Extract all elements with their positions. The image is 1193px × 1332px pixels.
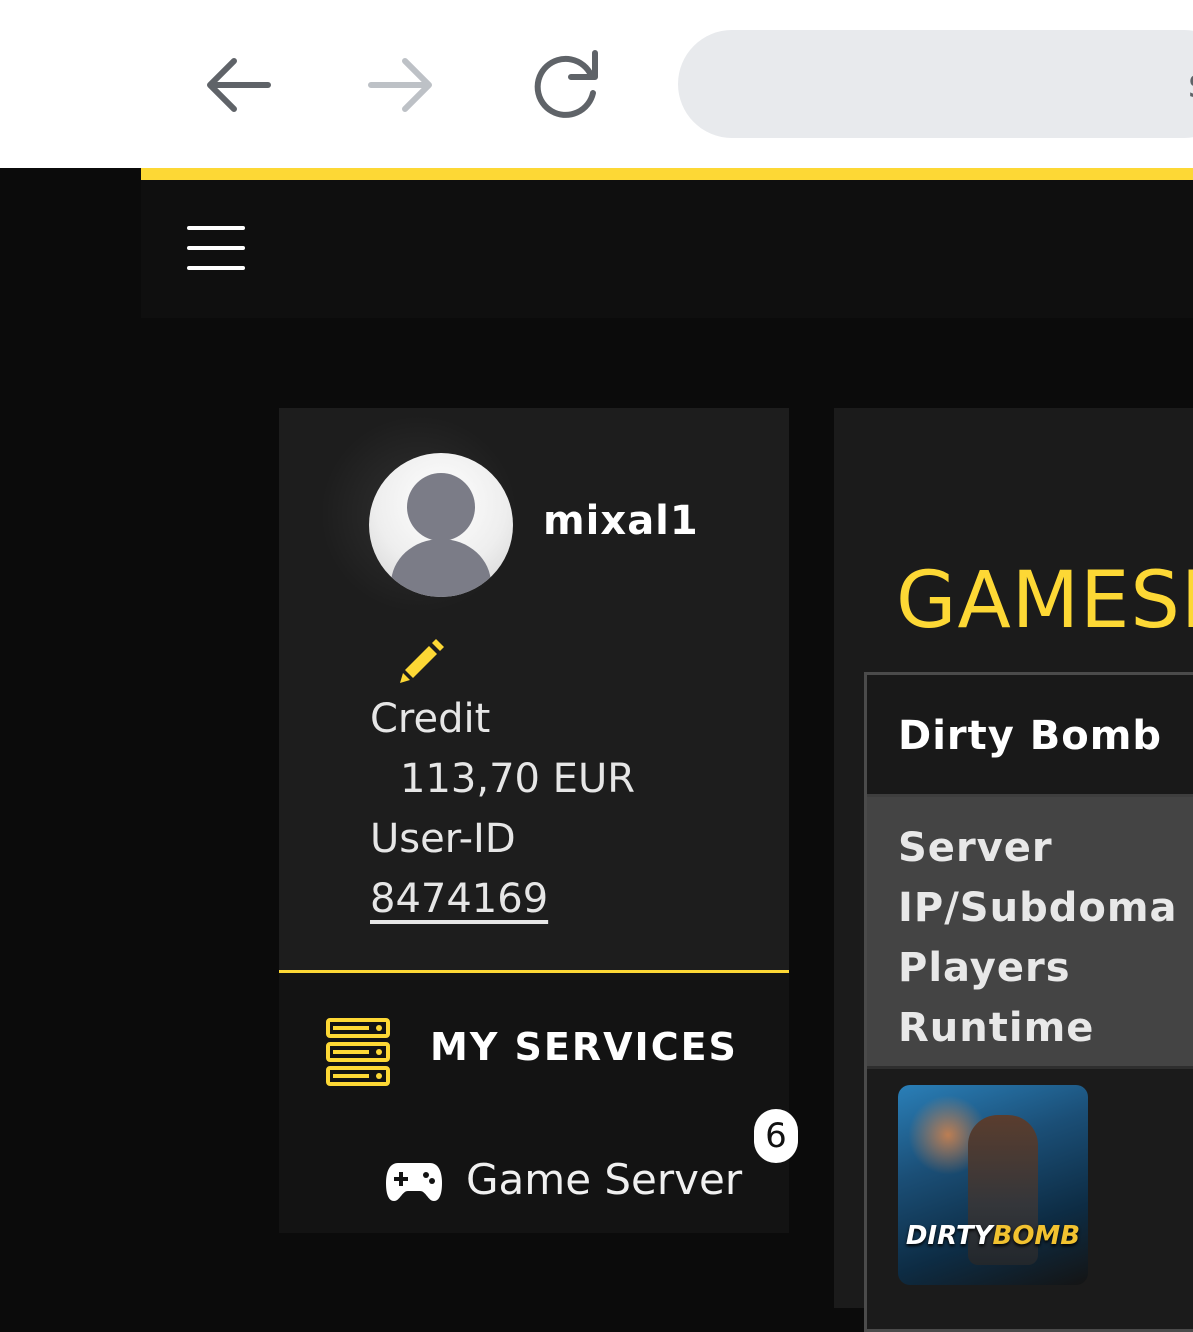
arrow-left-icon <box>207 58 271 112</box>
sidebar-item-label: Game Server <box>466 1155 743 1204</box>
profile-card: mixal1 Credit 113,70 EUR User-ID 8474169 <box>279 408 789 973</box>
server-card-header: Dirty Bomb <box>867 675 1193 797</box>
reload-icon <box>534 50 598 118</box>
reload-button[interactable] <box>522 40 612 130</box>
edit-profile-button[interactable] <box>397 634 447 684</box>
thumbnail-logo: DIRTYBOMB <box>902 1221 1084 1251</box>
hamburger-line <box>187 246 245 250</box>
game-thumbnail[interactable]: DIRTYBOMB <box>898 1085 1088 1285</box>
credit-value: 113,70 EUR <box>400 756 636 802</box>
services-title: MY SERVICES <box>430 1025 738 1069</box>
userid-label: User-ID <box>370 816 516 862</box>
thumbnail-logo-part1: DIRTY <box>905 1221 993 1251</box>
accent-strip <box>141 168 1193 180</box>
username: mixal1 <box>543 498 699 544</box>
game-name: Dirty Bomb <box>898 713 1163 759</box>
address-bar[interactable]: s <box>678 30 1193 138</box>
field-server: Server <box>898 825 1053 871</box>
thumbnail-logo-part2: BOMB <box>992 1221 1081 1251</box>
avatar-body <box>391 539 491 597</box>
site-body: mixal1 Credit 113,70 EUR User-ID 8474169 <box>0 168 1193 1332</box>
browser-toolbar: s <box>0 0 1193 168</box>
forward-button[interactable] <box>357 40 447 130</box>
avatar <box>369 453 513 597</box>
credit-label: Credit <box>370 696 491 742</box>
count-badge: 6 <box>754 1109 798 1163</box>
main-content: GAMESE Dirty Bomb Server IP/Subdoma Play… <box>834 408 1193 1332</box>
services-menu: MY SERVICES Game Server 6 <box>279 973 798 1233</box>
menu-button[interactable] <box>185 224 247 274</box>
top-navigation <box>141 180 1193 318</box>
sidebar-item-game-server[interactable]: Game Server 6 <box>384 1109 804 1221</box>
hamburger-line <box>187 226 245 230</box>
server-stack-icon <box>325 1017 391 1087</box>
field-ip-subdomain: IP/Subdoma <box>898 885 1178 931</box>
field-players: Players <box>898 945 1071 991</box>
pencil-icon <box>400 639 444 683</box>
back-button[interactable] <box>192 40 282 130</box>
hamburger-line <box>187 266 245 270</box>
avatar-head <box>407 473 475 541</box>
userid-value[interactable]: 8474169 <box>370 876 548 922</box>
server-card: Dirty Bomb Server IP/Subdoma Players Run… <box>864 672 1193 1332</box>
field-runtime: Runtime <box>898 1005 1095 1051</box>
page-title: GAMESE <box>896 556 1193 646</box>
arrow-right-icon <box>368 58 432 112</box>
server-card-fields: Server IP/Subdoma Players Runtime <box>867 797 1193 1069</box>
gamepad-icon <box>384 1159 444 1205</box>
